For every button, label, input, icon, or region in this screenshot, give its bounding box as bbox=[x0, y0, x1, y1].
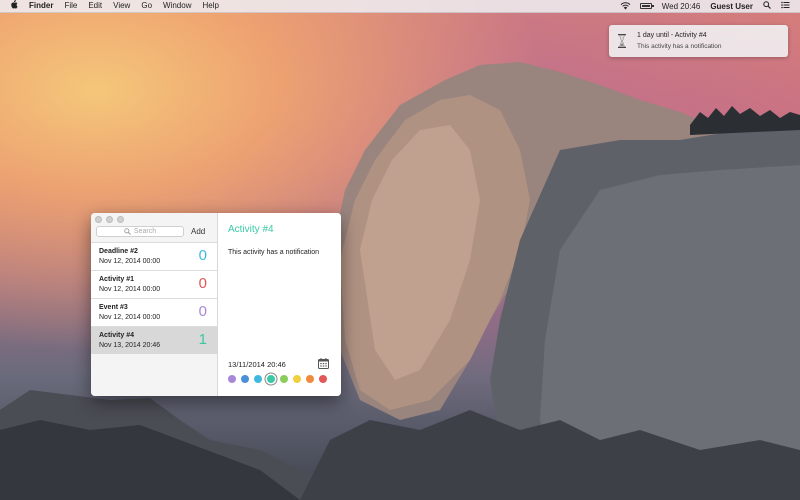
notification-title: 1 day until - Activity #4 bbox=[637, 32, 707, 39]
menu-edit[interactable]: Edit bbox=[88, 0, 102, 12]
zoom-button[interactable] bbox=[117, 216, 124, 223]
wifi-icon[interactable] bbox=[620, 2, 631, 10]
app-window: Search Add Deadline #2 Nov 12, 2014 00:0… bbox=[91, 213, 341, 396]
color-swatch-teal-selected[interactable] bbox=[267, 375, 275, 383]
sidebar: Search Add Deadline #2 Nov 12, 2014 00:0… bbox=[91, 213, 218, 396]
color-swatch-cyan[interactable] bbox=[254, 375, 262, 383]
menu-help[interactable]: Help bbox=[202, 0, 218, 12]
notification-body: This activity has a notification bbox=[637, 43, 722, 50]
list-item[interactable]: Activity #1 Nov 12, 2014 00:00 0 bbox=[91, 270, 217, 298]
hourglass-icon bbox=[618, 34, 626, 48]
notification-banner[interactable]: 1 day until - Activity #4 This activity … bbox=[609, 25, 788, 57]
item-date: Nov 12, 2014 00:00 bbox=[99, 258, 161, 265]
close-button[interactable] bbox=[95, 216, 102, 223]
item-count: 1 bbox=[198, 331, 207, 348]
activity-title[interactable]: Activity #4 bbox=[228, 224, 274, 235]
activity-description[interactable]: This activity has a notification bbox=[228, 249, 319, 256]
search-input[interactable]: Search bbox=[96, 226, 184, 237]
menu-window[interactable]: Window bbox=[163, 0, 191, 12]
item-title: Deadline #2 bbox=[99, 248, 138, 255]
item-date: Nov 13, 2014 20:46 bbox=[99, 342, 161, 349]
menu-app-finder[interactable]: Finder bbox=[29, 0, 53, 12]
search-icon bbox=[124, 228, 131, 235]
menubar-user[interactable]: Guest User bbox=[710, 2, 753, 11]
color-swatch-yellow[interactable] bbox=[293, 375, 301, 383]
menu-file[interactable]: File bbox=[64, 0, 77, 12]
spotlight-search-icon[interactable] bbox=[763, 1, 771, 11]
apple-icon[interactable] bbox=[10, 0, 18, 12]
color-swatch-purple[interactable] bbox=[228, 375, 236, 383]
item-title: Event #3 bbox=[99, 304, 128, 311]
item-count: 0 bbox=[198, 247, 207, 264]
color-picker bbox=[228, 375, 332, 383]
item-count: 0 bbox=[198, 275, 207, 292]
color-swatch-blue[interactable] bbox=[241, 375, 249, 383]
menubar-clock[interactable]: Wed 20:46 bbox=[662, 2, 701, 11]
item-date: Nov 12, 2014 00:00 bbox=[99, 314, 161, 321]
menu-go[interactable]: Go bbox=[141, 0, 152, 12]
list-item[interactable]: Event #3 Nov 12, 2014 00:00 0 bbox=[91, 298, 217, 326]
item-title: Activity #1 bbox=[99, 276, 135, 283]
activity-list: Deadline #2 Nov 12, 2014 00:00 0 Activit… bbox=[91, 242, 217, 354]
search-placeholder: Search bbox=[133, 228, 157, 235]
add-button[interactable]: Add bbox=[191, 227, 205, 236]
activity-datetime[interactable]: 13/11/2014 20:46 bbox=[228, 360, 286, 369]
detail-pane: Activity #4 This activity has a notifica… bbox=[218, 213, 341, 396]
item-count: 0 bbox=[198, 303, 207, 320]
item-title: Activity #4 bbox=[99, 332, 135, 339]
notification-center-list-icon[interactable] bbox=[781, 1, 790, 11]
color-swatch-green[interactable] bbox=[280, 375, 288, 383]
menu-bar: Finder File Edit View Go Window Help Wed… bbox=[0, 0, 800, 13]
calendar-icon[interactable] bbox=[318, 358, 329, 369]
battery-icon[interactable] bbox=[639, 3, 654, 9]
minimize-button[interactable] bbox=[106, 216, 113, 223]
list-item[interactable]: Deadline #2 Nov 12, 2014 00:00 0 bbox=[91, 242, 217, 270]
item-date: Nov 12, 2014 00:00 bbox=[99, 286, 161, 293]
list-item-selected[interactable]: Activity #4 Nov 13, 2014 20:46 1 bbox=[91, 326, 217, 354]
color-swatch-orange[interactable] bbox=[306, 375, 314, 383]
color-swatch-red[interactable] bbox=[319, 375, 327, 383]
menu-view[interactable]: View bbox=[113, 0, 130, 12]
